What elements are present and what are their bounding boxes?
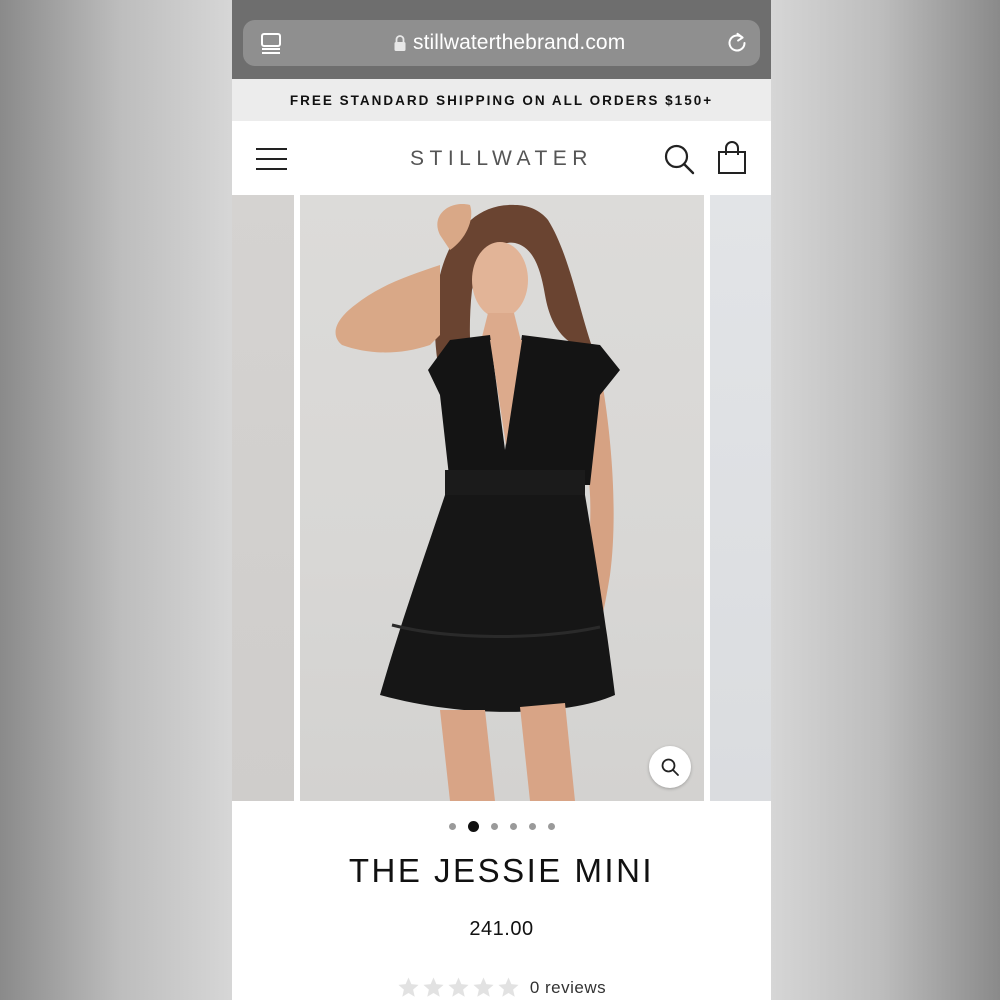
product-reviews[interactable]: 0 reviews	[232, 976, 771, 999]
gallery-pagination	[232, 819, 771, 833]
product-price: 241.00	[469, 918, 534, 940]
browser-top-bar: stillwaterthebrand.com	[232, 0, 771, 79]
product-title: THE JESSIE MINI	[348, 852, 655, 889]
pagination-dot[interactable]	[509, 822, 517, 830]
star-icon	[473, 977, 494, 997]
phone-screen: stillwaterthebrand.com FREE STANDARD SHI…	[232, 0, 771, 1000]
address-bar[interactable]: stillwaterthebrand.com	[243, 20, 760, 66]
next-slide-image[interactable]	[710, 195, 771, 801]
tabs-icon[interactable]	[260, 32, 282, 54]
reviews-count-link[interactable]: 0 reviews	[530, 978, 606, 998]
star-icon	[448, 977, 469, 997]
star-icon	[423, 977, 444, 997]
zoom-icon	[661, 758, 679, 776]
product-gallery[interactable]	[232, 195, 771, 801]
pagination-dot[interactable]	[547, 822, 555, 830]
site-header: STILLWATER	[232, 121, 771, 195]
url-text[interactable]: stillwaterthebrand.com	[413, 31, 625, 55]
announcement-text: FREE STANDARD SHIPPING ON ALL ORDERS $15…	[289, 92, 714, 108]
pagination-dot-active[interactable]	[467, 820, 479, 832]
star-rating	[397, 976, 520, 999]
zoom-button[interactable]	[649, 746, 691, 788]
lock-icon	[394, 35, 406, 51]
product-image[interactable]	[300, 195, 704, 801]
model-wearing-black-dress-image	[335, 204, 620, 801]
shipping-announcement: FREE STANDARD SHIPPING ON ALL ORDERS $15…	[232, 79, 771, 121]
previous-slide-image[interactable]	[232, 195, 294, 801]
reload-icon[interactable]	[725, 31, 749, 55]
pagination-dot[interactable]	[528, 822, 536, 830]
pagination-dot[interactable]	[448, 822, 456, 830]
search-icon[interactable]	[663, 143, 695, 175]
star-icon	[498, 977, 519, 997]
star-icon	[398, 977, 419, 997]
pagination-dot[interactable]	[490, 822, 498, 830]
shopping-bag-icon[interactable]	[717, 141, 747, 175]
